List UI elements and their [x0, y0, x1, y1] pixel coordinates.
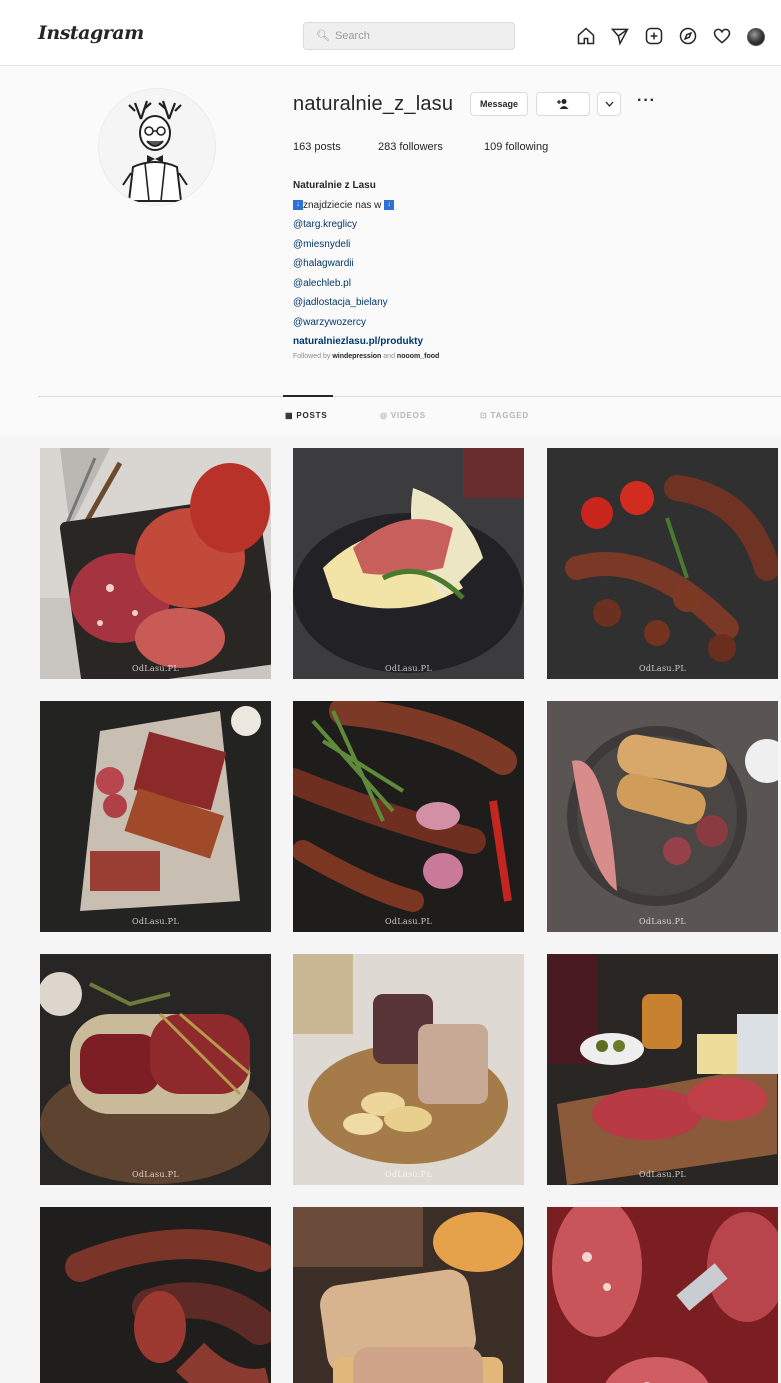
- tag-icon: ⊡: [480, 411, 488, 420]
- video-icon: ◎: [380, 411, 388, 420]
- follow-button[interactable]: [536, 92, 590, 116]
- post-tile[interactable]: OdLasu.PL: [547, 954, 778, 1185]
- suggested-dropdown-button[interactable]: [597, 92, 621, 116]
- bio-mention[interactable]: @halagwardii: [293, 254, 423, 274]
- watermark: OdLasu.PL: [132, 664, 179, 673]
- post-tile[interactable]: OdLasu.PL: [293, 701, 524, 932]
- watermark: OdLasu.PL: [639, 1170, 686, 1179]
- following-count[interactable]: 109 following: [484, 141, 548, 153]
- top-navigation-bar: Instagram 🔍︎ Search: [0, 0, 781, 66]
- tab-videos[interactable]: ◎ VIDEOS: [380, 411, 426, 420]
- post-tile[interactable]: [547, 1207, 778, 1383]
- tab-posts[interactable]: ▦ POSTS: [285, 411, 328, 420]
- bio-text: znajdziecie nas w: [303, 199, 382, 211]
- post-tile[interactable]: OdLasu.PL: [293, 448, 524, 679]
- follow-user-icon: [557, 99, 569, 109]
- followed-by-user[interactable]: windepression: [332, 353, 381, 360]
- more-options-icon[interactable]: ···: [637, 92, 656, 110]
- search-placeholder: Search: [334, 30, 370, 42]
- instagram-profile-page: Instagram 🔍︎ Search naturalnie_z_lasu Me…: [0, 0, 781, 1383]
- post-tile[interactable]: OdLasu.PL: [40, 448, 271, 679]
- post-tile[interactable]: [40, 1207, 271, 1383]
- post-tile[interactable]: OdLasu.PL: [547, 448, 778, 679]
- post-tile[interactable]: OdLasu.PL: [40, 954, 271, 1185]
- nav-icons: [575, 25, 767, 47]
- bio-website-link[interactable]: naturalniezlasu.pl/produkty: [293, 332, 423, 352]
- activity-icon[interactable]: [711, 25, 733, 47]
- tab-tagged[interactable]: ⊡ TAGGED: [480, 411, 529, 420]
- followed-by-user[interactable]: nooom_food: [397, 353, 439, 360]
- post-tile[interactable]: OdLasu.PL: [40, 701, 271, 932]
- followers-count[interactable]: 283 followers: [378, 141, 484, 153]
- watermark: OdLasu.PL: [385, 917, 432, 926]
- bio-mention[interactable]: @miesnydeli: [293, 235, 423, 255]
- watermark: OdLasu.PL: [132, 917, 179, 926]
- profile-avatar[interactable]: [745, 25, 767, 47]
- bio-mention[interactable]: @jadlostacja_bielany: [293, 293, 423, 313]
- tabs-divider: [38, 396, 781, 397]
- followed-by-text: Followed by windepression and nooom_food: [293, 353, 440, 360]
- post-tile[interactable]: OdLasu.PL: [293, 954, 524, 1185]
- profile-username: naturalnie_z_lasu: [293, 93, 454, 115]
- watermark: OdLasu.PL: [385, 1170, 432, 1179]
- chevron-down-icon: [605, 101, 613, 107]
- profile-stats: 163 posts 283 followers 109 following: [293, 141, 548, 153]
- posts-grid: OdLasu.PL OdLasu.PL OdLasu.PL OdLasu.PL …: [0, 437, 781, 1383]
- post-tile[interactable]: OdLasu.PL: [547, 701, 778, 932]
- bio-name: Naturalnie z Lasu: [293, 180, 376, 191]
- grid-icon: ▦: [285, 411, 294, 420]
- explore-icon[interactable]: [677, 25, 699, 47]
- home-icon[interactable]: [575, 25, 597, 47]
- bio-mention[interactable]: @targ.kreglicy: [293, 215, 423, 235]
- profile-bio: Naturalnie z Lasu ↓ znajdziecie nas w ↓ @…: [293, 176, 423, 352]
- profile-picture[interactable]: [98, 88, 216, 206]
- watermark: OdLasu.PL: [132, 1170, 179, 1179]
- message-button[interactable]: Message: [470, 92, 528, 116]
- search-input[interactable]: 🔍︎ Search: [303, 22, 515, 50]
- bio-mention[interactable]: @alechleb.pl: [293, 274, 423, 294]
- active-tab-indicator: [283, 395, 333, 397]
- posts-count: 163 posts: [293, 141, 341, 153]
- new-post-icon[interactable]: [643, 25, 665, 47]
- search-icon: 🔍︎: [316, 30, 330, 42]
- instagram-logo[interactable]: Instagram: [38, 22, 144, 44]
- direct-icon[interactable]: [609, 25, 631, 47]
- down-arrow-emoji-icon: ↓: [293, 199, 303, 210]
- down-arrow-emoji-icon: ↓: [384, 199, 395, 210]
- watermark: OdLasu.PL: [385, 664, 432, 673]
- bio-mention[interactable]: @warzywozercy: [293, 313, 423, 333]
- post-tile[interactable]: [293, 1207, 524, 1383]
- watermark: OdLasu.PL: [639, 917, 686, 926]
- bio-line: ↓ znajdziecie nas w ↓: [293, 196, 423, 216]
- watermark: OdLasu.PL: [639, 664, 686, 673]
